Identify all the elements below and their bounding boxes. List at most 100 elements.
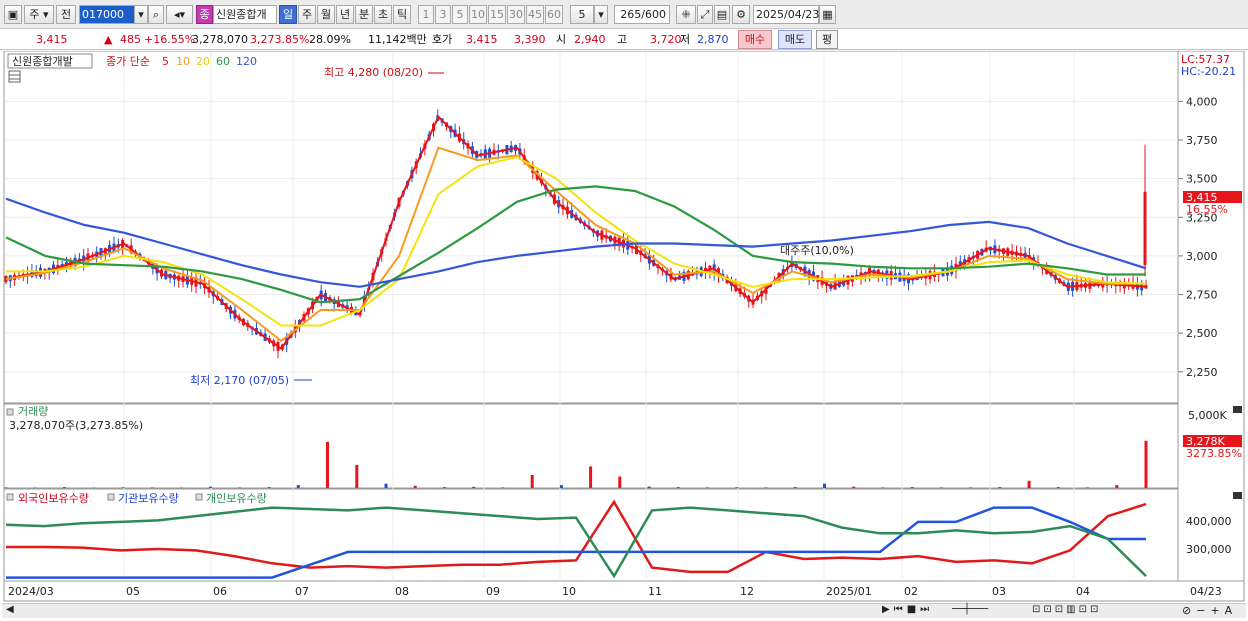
- x-axis-tick: 04: [1076, 585, 1090, 598]
- retail-holding-label: 개인보유수량: [206, 492, 267, 505]
- pct-tag: 16.55%: [1186, 203, 1228, 216]
- code-dropdown-icon[interactable]: ▾: [134, 5, 148, 24]
- prev-button[interactable]: 전: [56, 5, 76, 24]
- x-axis-tick: 02: [904, 585, 918, 598]
- volume-bar: [150, 487, 154, 488]
- min-annotation: 최저 2,170 (07/05): [190, 374, 289, 387]
- interval-dropdown-icon[interactable]: ▾: [594, 5, 608, 24]
- count-total: /600: [641, 8, 666, 21]
- ask-label: 호가: [432, 33, 453, 46]
- stock-label: 신원종합개발: [12, 55, 73, 68]
- interval-select[interactable]: 5: [570, 5, 594, 24]
- trade-amount: 11,142백만: [368, 33, 427, 46]
- stock-name-field[interactable]: 신원종합개: [213, 5, 277, 24]
- tools-icon[interactable]: ⁜: [676, 5, 696, 24]
- interval-button[interactable]: 60: [545, 5, 563, 24]
- volume-bar: [793, 487, 797, 488]
- y-axis-frame: [1177, 50, 1245, 582]
- period-tab[interactable]: 일: [279, 5, 297, 24]
- volume-bar: [852, 486, 856, 488]
- x-axis-tick: 04/23: [1190, 585, 1222, 598]
- sell-button[interactable]: 매도: [778, 30, 812, 49]
- period-tab[interactable]: 주: [298, 5, 316, 24]
- foreign-holding-label: 외국인보유수량: [18, 492, 89, 505]
- period-tab[interactable]: 분: [355, 5, 373, 24]
- stock-code-input[interactable]: 017000: [79, 5, 135, 24]
- holder-label: 대주주(10,0%): [780, 244, 854, 257]
- high-price: 3,720: [650, 33, 682, 46]
- price-y-tick: 4,000: [1186, 95, 1218, 108]
- period-tab[interactable]: 년: [336, 5, 354, 24]
- date-field[interactable]: 2025/04/23: [753, 5, 819, 24]
- interval-value: 5: [578, 8, 586, 21]
- x-axis-tick: 03: [992, 585, 1006, 598]
- volume-bar: [676, 487, 680, 488]
- chart-area[interactable]: 4,000 3,750 3,500 3,250 3,000 2,750 2,500 2,250…: [0, 50, 1248, 621]
- volume-bar: [267, 487, 271, 488]
- chart-svg[interactable]: 4,0003,7503,5003,2503,0002,7502,5002,250…: [0, 50, 1248, 603]
- volume-bar: [355, 465, 359, 488]
- draw-icon[interactable]: ⤢: [697, 5, 713, 24]
- volume-bar: [121, 487, 125, 488]
- volume-bar: [1056, 487, 1060, 488]
- volume-y-tick: 5,000K: [1188, 409, 1227, 422]
- holding-panel-close-icon[interactable]: [1233, 492, 1242, 499]
- market-type-select[interactable]: 주 ▾: [24, 5, 54, 24]
- period-tab[interactable]: 월: [317, 5, 335, 24]
- window-menu-icon[interactable]: ▣: [4, 5, 22, 24]
- quote-bar: 3,415 ▲ 485 +16.55% 3,278,070 3,273.85% …: [0, 29, 1248, 50]
- volume-bar: [969, 487, 973, 488]
- volume-bar: [296, 485, 300, 488]
- period-tab[interactable]: 틱: [393, 5, 411, 24]
- tools-icons[interactable]: ⊡⊡⊡▥⊡⊡: [1032, 604, 1101, 615]
- volume-bar: [384, 483, 388, 488]
- buy-button[interactable]: 매수: [738, 30, 772, 49]
- interval-button[interactable]: 5: [452, 5, 468, 24]
- volume-bar: [589, 466, 593, 488]
- search-icon[interactable]: ⌕: [148, 5, 164, 24]
- nav-controls[interactable]: ▶⏮■⏭: [882, 604, 933, 615]
- zoom-slider[interactable]: ──┼───: [952, 604, 988, 615]
- save-icon[interactable]: ▤: [714, 5, 730, 24]
- ma10-label: 10: [176, 55, 190, 68]
- calendar-icon[interactable]: ▦: [819, 5, 836, 24]
- price-change-pct: +16.55%: [144, 33, 196, 46]
- horizontal-scrollbar[interactable]: ◀ ▶⏮■⏭ ──┼─── ⊡⊡⊡▥⊡⊡ ⊘−+A: [2, 603, 1246, 618]
- volume-bar: [706, 487, 709, 488]
- interval-button[interactable]: 1: [418, 5, 434, 24]
- turnover: 28.09%: [309, 33, 351, 46]
- x-axis-tick: 06: [213, 585, 227, 598]
- volume-bar: [1027, 480, 1031, 488]
- x-axis-tick: 07: [295, 585, 309, 598]
- volume-bar: [443, 487, 446, 488]
- interval-button[interactable]: 45: [526, 5, 544, 24]
- stock-chart-window: ▣ 주 ▾ 전 017000 ▾ ⌕ ◂▾ 종 신원종합개 일주월년분초틱 13…: [0, 0, 1248, 621]
- ma-prefix: 종가 단순: [106, 55, 150, 68]
- volume-panel-close-icon[interactable]: [1233, 406, 1242, 413]
- volume-bar: [1144, 440, 1148, 488]
- high-label: 고: [617, 33, 628, 46]
- interval-button[interactable]: 30: [507, 5, 525, 24]
- price-y-tick: 2,500: [1186, 327, 1218, 340]
- volume-bar: [559, 485, 563, 488]
- ma60-label: 60: [216, 55, 230, 68]
- inst-holding-label: 기관보유수량: [118, 492, 179, 505]
- table-icon[interactable]: [8, 70, 21, 83]
- volume-bar: [618, 476, 622, 488]
- period-tab[interactable]: 초: [374, 5, 392, 24]
- volume-bar: [209, 486, 213, 488]
- volume-bar: [881, 487, 885, 488]
- scroll-left-icon[interactable]: ◀: [6, 604, 14, 615]
- holding-panel-frame: [3, 488, 1179, 582]
- gear-icon[interactable]: ⚙: [732, 5, 750, 24]
- x-axis-tick: 10: [562, 585, 576, 598]
- zoom-icons[interactable]: ⊘−+A: [1182, 604, 1237, 617]
- sound-icon[interactable]: ◂▾: [166, 5, 193, 24]
- interval-button[interactable]: 15: [488, 5, 506, 24]
- volume-bar: [764, 487, 768, 488]
- change-arrow-icon: ▲: [104, 33, 113, 46]
- interval-button[interactable]: 10: [469, 5, 487, 24]
- interval-button[interactable]: 3: [435, 5, 451, 24]
- eval-button[interactable]: 평: [816, 30, 838, 49]
- count-field[interactable]: 265/600: [614, 5, 670, 24]
